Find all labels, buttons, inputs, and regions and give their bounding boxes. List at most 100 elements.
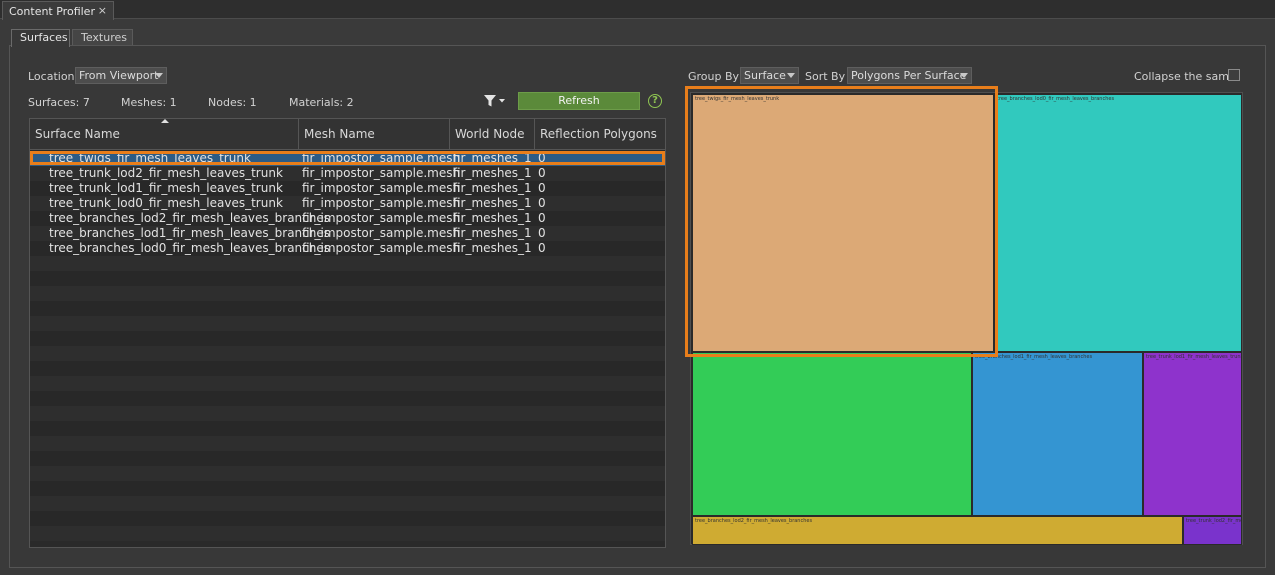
sort-ascending-icon <box>161 119 169 123</box>
empty-row <box>30 301 665 316</box>
materials-count: Materials: 2 <box>289 96 354 109</box>
empty-row <box>30 256 665 271</box>
tile-label: tree_branches_lod2_fir_mesh_leaves_branc… <box>695 518 813 524</box>
collapse-same-label: Collapse the same <box>1134 70 1236 83</box>
cell-world-node: fir_meshes_1 <box>453 196 532 210</box>
column-reflection-polygons[interactable]: Reflection Polygons <box>535 119 665 150</box>
empty-row <box>30 361 665 376</box>
empty-row <box>30 466 665 481</box>
empty-row <box>30 496 665 511</box>
cell-world-node: fir_meshes_1 <box>453 241 532 255</box>
surfaces-table: Surface Name Mesh Name World Node Reflec… <box>29 118 666 548</box>
table-row[interactable]: tree_trunk_lod2_fir_mesh_leaves_trunk fir… <box>30 166 665 181</box>
cell-reflection-polygons: 0 <box>538 196 546 210</box>
cell-surface-name: tree_trunk_lod1_fir_mesh_leaves_trunk <box>49 181 283 195</box>
cell-surface-name: tree_trunk_lod2_fir_mesh_leaves_trunk <box>49 166 283 180</box>
cell-world-node: fir_meshes_1 <box>453 211 532 225</box>
collapse-same-checkbox[interactable] <box>1228 69 1240 81</box>
empty-row <box>30 391 665 406</box>
tile-tree-branches-lod2[interactable]: tree_branches_lod2_fir_mesh_leaves_branc… <box>692 516 1183 545</box>
empty-row <box>30 316 665 331</box>
sort-by-dropdown[interactable]: Polygons Per Surface <box>847 67 972 84</box>
tile-tree-branches-lod0[interactable]: tree_branches_lod0_fir_mesh_leaves_branc… <box>994 94 1242 352</box>
location-value: From Viewport <box>79 69 159 82</box>
cell-surface-name: tree_branches_lod0_fir_mesh_leaves_branc… <box>49 241 330 255</box>
cell-mesh-name: fir_impostor_sample.mesh <box>302 166 461 180</box>
tab-surfaces[interactable]: Surfaces <box>11 29 70 47</box>
tile-tree-twigs[interactable]: tree_twigs_fir_mesh_leaves_trunk <box>692 94 994 352</box>
tile-label: tree_trunk_lod1_fir_mesh_leaves_trunk <box>1146 354 1242 360</box>
cell-world-node: fir_meshes_1 <box>453 226 532 240</box>
cell-world-node: fir_meshes_1 <box>453 151 532 165</box>
empty-row <box>30 526 665 541</box>
window-tab-content-profiler[interactable]: Content Profiler × <box>2 1 114 20</box>
cell-surface-name: tree_branches_lod2_fir_mesh_leaves_branc… <box>49 211 330 225</box>
cell-reflection-polygons: 0 <box>538 211 546 225</box>
cell-mesh-name: fir_impostor_sample.mesh <box>302 211 461 225</box>
empty-row <box>30 286 665 301</box>
cell-mesh-name: fir_impostor_sample.mesh <box>302 181 461 195</box>
cell-reflection-polygons: 0 <box>538 241 546 255</box>
empty-row <box>30 406 665 421</box>
empty-row <box>30 376 665 391</box>
tile-tree-trunk-lod2[interactable]: tree_trunk_lod2_fir_mesh_leaves_trunk <box>1183 516 1242 545</box>
window-tab-title: Content Profiler <box>9 5 95 18</box>
table-row[interactable]: tree_twigs_fir_mesh_leaves_trunk fir_impo… <box>30 151 665 166</box>
table-row[interactable]: tree_trunk_lod1_fir_mesh_leaves_trunk fir… <box>30 181 665 196</box>
location-dropdown[interactable]: From Viewport <box>75 67 167 84</box>
cell-surface-name: tree_trunk_lod0_fir_mesh_leaves_trunk <box>49 196 283 210</box>
close-icon[interactable]: × <box>98 4 107 17</box>
cell-reflection-polygons: 0 <box>538 151 546 165</box>
meshes-count: Meshes: 1 <box>121 96 177 109</box>
empty-row <box>30 271 665 286</box>
table-row[interactable]: tree_branches_lod1_fir_mesh_leaves_branc… <box>30 226 665 241</box>
empty-row <box>30 451 665 466</box>
window-tab-strip: Content Profiler × <box>0 0 1275 20</box>
cell-reflection-polygons: 0 <box>538 226 546 240</box>
empty-row <box>30 481 665 496</box>
chevron-down-icon <box>787 73 795 78</box>
refresh-button[interactable]: Refresh <box>518 92 640 110</box>
cell-reflection-polygons: 0 <box>538 166 546 180</box>
chevron-down-icon <box>155 73 163 78</box>
chevron-down-icon <box>960 73 968 78</box>
group-by-dropdown[interactable]: Surface <box>740 67 799 84</box>
nodes-count: Nodes: 1 <box>208 96 257 109</box>
empty-row <box>30 436 665 451</box>
cell-mesh-name: fir_impostor_sample.mesh <box>302 151 461 165</box>
tile-label: tree_trunk_lod2_fir_mesh_leaves_trunk <box>1186 518 1241 524</box>
empty-row <box>30 346 665 361</box>
cell-surface-name: tree_twigs_fir_mesh_leaves_trunk <box>49 151 251 165</box>
tile-tree-trunk-lod1[interactable]: tree_trunk_lod1_fir_mesh_leaves_trunk <box>1143 352 1242 516</box>
tab-textures[interactable]: Textures <box>72 29 133 46</box>
cell-surface-name: tree_branches_lod1_fir_mesh_leaves_branc… <box>49 226 330 240</box>
tile-label: tree_twigs_fir_mesh_leaves_trunk <box>695 96 780 102</box>
table-header: Surface Name Mesh Name World Node Reflec… <box>30 119 665 150</box>
surfaces-count: Surfaces: 7 <box>28 96 90 109</box>
cell-world-node: fir_meshes_1 <box>453 166 532 180</box>
location-label: Location <box>28 70 75 83</box>
empty-row <box>30 421 665 436</box>
table-row[interactable]: tree_branches_lod0_fir_mesh_leaves_branc… <box>30 241 665 256</box>
sort-by-label: Sort By <box>805 70 846 83</box>
column-surface-name[interactable]: Surface Name <box>30 119 299 150</box>
column-mesh-name[interactable]: Mesh Name <box>299 119 450 150</box>
sort-by-value: Polygons Per Surface <box>851 69 967 82</box>
tile-label: tree_branches_lod1_fir_mesh_leaves_branc… <box>975 354 1093 360</box>
cell-mesh-name: fir_impostor_sample.mesh <box>302 241 461 255</box>
empty-row <box>30 511 665 526</box>
column-world-node[interactable]: World Node <box>450 119 535 150</box>
group-by-value: Surface <box>744 69 786 82</box>
tile-label: tree_branches_lod0_fir_mesh_leaves_branc… <box>997 96 1115 102</box>
table-body: tree_twigs_fir_mesh_leaves_trunk fir_impo… <box>30 151 665 541</box>
group-by-label: Group By <box>688 70 740 83</box>
cell-mesh-name: fir_impostor_sample.mesh <box>302 196 461 210</box>
tile-tree-trunk-lod0[interactable] <box>692 352 972 516</box>
filter-icon <box>484 95 505 107</box>
help-icon[interactable]: ? <box>648 94 662 108</box>
tile-tree-branches-lod1[interactable]: tree_branches_lod1_fir_mesh_leaves_branc… <box>972 352 1143 516</box>
table-row[interactable]: tree_branches_lod2_fir_mesh_leaves_branc… <box>30 211 665 226</box>
filter-button[interactable] <box>483 94 507 108</box>
table-row[interactable]: tree_trunk_lod0_fir_mesh_leaves_trunk fir… <box>30 196 665 211</box>
polygons-treemap: tree_twigs_fir_mesh_leaves_trunk tree_bra… <box>690 92 1243 545</box>
